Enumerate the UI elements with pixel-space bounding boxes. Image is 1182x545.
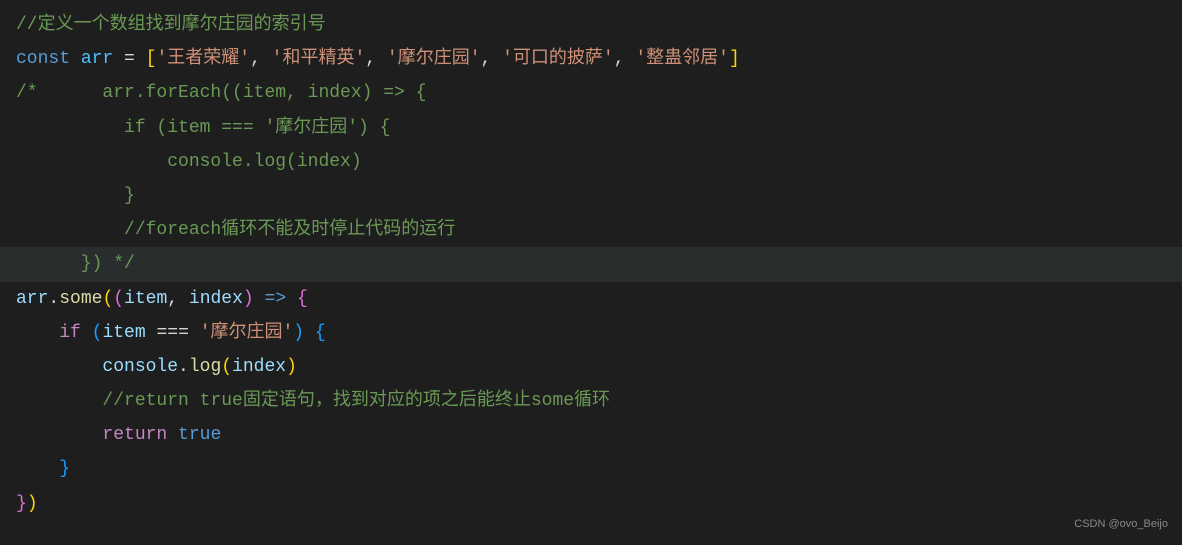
variable-item: item: [102, 323, 145, 343]
block-comment: console.log(index): [16, 152, 362, 172]
comma: ,: [365, 49, 387, 69]
string-literal: '和平精英': [272, 49, 366, 69]
code-line-13: return true: [16, 418, 1166, 452]
code-line-2: const arr = ['王者荣耀', '和平精英', '摩尔庄园', '可口…: [16, 42, 1166, 76]
arrow: =>: [254, 289, 297, 309]
comma: ,: [167, 289, 189, 309]
string-literal: '可口的披萨': [502, 49, 614, 69]
code-line-9: arr.some((item, index) => {: [16, 282, 1166, 316]
paren-open: (: [113, 289, 124, 309]
code-line-15: }): [16, 487, 1166, 521]
comment-text: //return true固定语句，找到对应的项之后能终止some循环: [102, 391, 610, 411]
dot: .: [178, 357, 189, 377]
string-literal: '摩尔庄园': [387, 49, 481, 69]
string-literal: '摩尔庄园': [200, 323, 294, 343]
method-log: log: [189, 357, 221, 377]
code-line-3: /* arr.forEach((item, index) => {: [16, 76, 1166, 110]
comma: ,: [614, 49, 636, 69]
block-comment: }: [16, 186, 135, 206]
paren-close: ): [286, 357, 297, 377]
brace-close: }: [16, 494, 27, 514]
string-literal: '整蛊邻居': [635, 49, 729, 69]
method-some: some: [59, 289, 102, 309]
keyword-const: const: [16, 49, 70, 69]
block-comment: if (item === '摩尔庄园') {: [16, 118, 390, 138]
variable-arr: arr: [81, 49, 113, 69]
paren-close: ): [27, 494, 38, 514]
operator-eqeqeq: ===: [146, 323, 200, 343]
variable-index: index: [232, 357, 286, 377]
code-line-5: console.log(index): [16, 145, 1166, 179]
code-line-14: }: [16, 452, 1166, 486]
object-console: console: [102, 357, 178, 377]
bracket-open: [: [146, 49, 157, 69]
dot: .: [48, 289, 59, 309]
code-line-1: //定义一个数组找到摩尔庄园的索引号: [16, 8, 1166, 42]
watermark-text: CSDN @ovo_Beijo: [1074, 514, 1168, 535]
paren-open: (: [102, 289, 113, 309]
paren-close: ): [243, 289, 254, 309]
code-editor[interactable]: //定义一个数组找到摩尔庄园的索引号 const arr = ['王者荣耀', …: [16, 8, 1166, 521]
code-line-4: if (item === '摩尔庄园') {: [16, 111, 1166, 145]
block-comment: /* arr.forEach((item, index) => {: [16, 83, 426, 103]
code-line-8: }) */: [0, 247, 1182, 281]
block-comment: //foreach循环不能及时停止代码的运行: [16, 220, 455, 240]
paren-close: ): [293, 323, 304, 343]
keyword-true: true: [178, 425, 221, 445]
bracket-close: ]: [729, 49, 740, 69]
operator-eq: =: [113, 49, 145, 69]
param-index: index: [189, 289, 243, 309]
comma: ,: [250, 49, 272, 69]
keyword-if: if: [59, 323, 81, 343]
code-line-7: //foreach循环不能及时停止代码的运行: [16, 213, 1166, 247]
brace-close: }: [59, 459, 70, 479]
paren-open: (: [221, 357, 232, 377]
variable-arr: arr: [16, 289, 48, 309]
brace-open: {: [315, 323, 326, 343]
code-line-12: //return true固定语句，找到对应的项之后能终止some循环: [16, 384, 1166, 418]
keyword-return: return: [102, 425, 167, 445]
code-line-11: console.log(index): [16, 350, 1166, 384]
param-item: item: [124, 289, 167, 309]
comment-text: //定义一个数组找到摩尔庄园的索引号: [16, 15, 326, 35]
string-literal: '王者荣耀': [156, 49, 250, 69]
paren-open: (: [92, 323, 103, 343]
comma: ,: [481, 49, 503, 69]
code-line-6: }: [16, 179, 1166, 213]
block-comment: }) */: [16, 254, 135, 274]
code-line-10: if (item === '摩尔庄园') {: [16, 316, 1166, 350]
brace-open: {: [297, 289, 308, 309]
